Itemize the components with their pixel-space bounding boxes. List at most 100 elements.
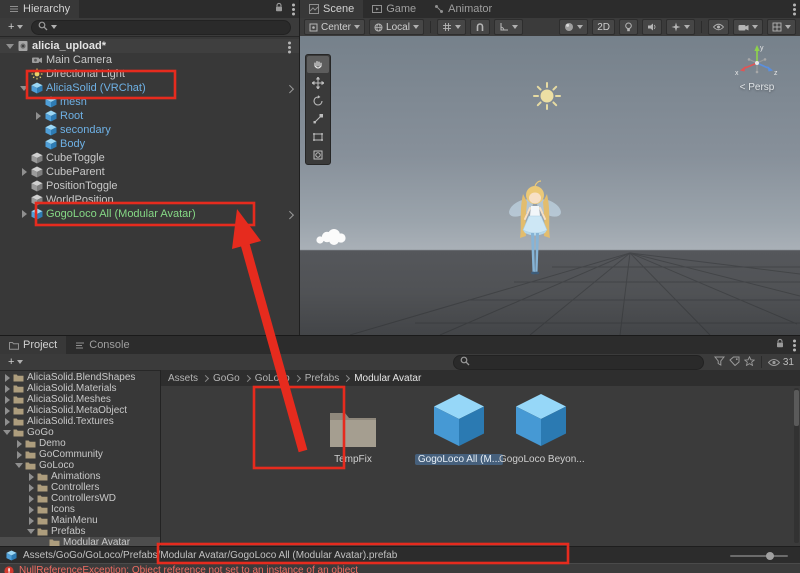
project-tree-item[interactable]: Controllers [0, 482, 160, 493]
panel-menu-icon[interactable] [292, 8, 295, 11]
save-search-star-icon[interactable] [744, 356, 755, 369]
foldout-open-icon[interactable] [3, 427, 12, 438]
cloud[interactable] [316, 229, 345, 245]
hierarchy-search-input[interactable] [60, 22, 284, 33]
hierarchy-search[interactable] [31, 20, 291, 35]
panel-menu-icon[interactable] [793, 8, 796, 11]
foldout-closed-icon[interactable] [27, 493, 36, 504]
scene-viewport[interactable]: y x z < Persp [300, 36, 800, 335]
tab-animator[interactable]: Animator [425, 0, 501, 18]
transform-tool-button[interactable] [307, 146, 329, 163]
open-prefab-chevron[interactable] [285, 210, 293, 218]
foldout-closed-icon[interactable] [18, 165, 30, 179]
lock-icon[interactable] [274, 2, 284, 16]
project-tree-item[interactable]: GoGo [0, 427, 160, 438]
foldout-open-icon[interactable] [4, 39, 16, 53]
breadcrumb-item[interactable]: Assets [168, 373, 198, 384]
slider-knob[interactable] [766, 552, 774, 560]
project-grid-item[interactable]: GogoLoco Beyon... [499, 391, 583, 465]
foldout-closed-icon[interactable] [18, 207, 30, 221]
gizmos-dropdown[interactable] [767, 19, 796, 35]
projection-mode-label[interactable]: < Persp [724, 82, 790, 93]
breadcrumb-item[interactable]: Prefabs [305, 373, 339, 384]
tab-scene[interactable]: Scene [300, 0, 363, 18]
foldout-closed-icon[interactable] [27, 482, 36, 493]
icon-size-slider[interactable] [730, 555, 788, 557]
hidden-objects-count[interactable]: 31 [768, 357, 794, 368]
hierarchy-item[interactable]: Body [0, 137, 299, 151]
foldout-closed-icon[interactable] [3, 416, 12, 427]
scene-menu-icon[interactable] [288, 46, 291, 49]
project-tree-item[interactable]: AliciaSolid.MetaObject [0, 405, 160, 416]
hierarchy-item[interactable]: Root [0, 109, 299, 123]
hierarchy-item[interactable]: CubeParent [0, 165, 299, 179]
snap-magnet-button[interactable] [470, 19, 490, 35]
project-tree-item[interactable]: GoLoco [0, 460, 160, 471]
rect-tool-button[interactable] [307, 128, 329, 145]
scrollbar-thumb[interactable] [794, 390, 799, 426]
foldout-open-icon[interactable] [18, 81, 30, 95]
project-tree-item[interactable]: Prefabs [0, 526, 160, 537]
hierarchy-item[interactable]: WorldPosition [0, 193, 299, 207]
project-grid-item[interactable]: GogoLoco All (M... [417, 391, 501, 465]
project-tree-item[interactable]: ControllersWD [0, 493, 160, 504]
hand-tool-button[interactable] [307, 56, 329, 73]
camera-settings-dropdown[interactable] [733, 19, 763, 35]
shading-mode-dropdown[interactable] [559, 19, 588, 35]
foldout-closed-icon[interactable] [32, 109, 44, 123]
hierarchy-item[interactable]: GogoLoco All (Modular Avatar) [0, 207, 299, 221]
project-search-input[interactable] [473, 357, 697, 368]
scene-visibility-toggle[interactable] [708, 19, 729, 35]
project-tree-item[interactable]: Icons [0, 504, 160, 515]
orientation-gizmo[interactable]: y x z [735, 45, 778, 77]
2d-toggle[interactable]: 2D [592, 19, 615, 35]
breadcrumb-item[interactable]: GoGo [213, 373, 240, 384]
project-tree-item[interactable]: MainMenu [0, 515, 160, 526]
grid-visibility-dropdown[interactable] [437, 19, 466, 35]
hierarchy-item[interactable]: CubeToggle [0, 151, 299, 165]
foldout-closed-icon[interactable] [15, 449, 24, 460]
scale-tool-button[interactable] [307, 110, 329, 127]
breadcrumb-item[interactable]: Modular Avatar [354, 373, 421, 384]
tab-console[interactable]: Console [66, 336, 138, 354]
effects-dropdown[interactable] [666, 19, 695, 35]
project-tree-item[interactable]: AliciaSolid.Materials [0, 383, 160, 394]
project-grid-item[interactable]: TempFix [321, 391, 385, 465]
vertical-scrollbar[interactable] [794, 388, 799, 543]
snap-increment-dropdown[interactable] [494, 19, 523, 35]
project-tree-item[interactable]: GoCommunity [0, 449, 160, 460]
foldout-closed-icon[interactable] [3, 405, 12, 416]
search-by-label-icon[interactable] [729, 356, 740, 369]
hierarchy-item[interactable]: PositionToggle [0, 179, 299, 193]
lock-icon[interactable] [775, 338, 785, 352]
move-tool-button[interactable] [307, 74, 329, 91]
hierarchy-item[interactable]: secondary [0, 123, 299, 137]
foldout-closed-icon[interactable] [15, 438, 24, 449]
hierarchy-item[interactable]: mesh [0, 95, 299, 109]
hierarchy-item[interactable]: AliciaSolid (VRChat) [0, 81, 299, 95]
foldout-closed-icon[interactable] [27, 471, 36, 482]
project-search[interactable] [453, 355, 704, 370]
project-tree-item[interactable]: AliciaSolid.Meshes [0, 394, 160, 405]
foldout-closed-icon[interactable] [3, 394, 12, 405]
hierarchy-item[interactable]: alicia_upload* [0, 39, 299, 53]
console-status-bar[interactable]: NullReferenceException: Object reference… [0, 563, 800, 573]
scene-audio-toggle[interactable] [642, 19, 662, 35]
tool-handle-rotation-dropdown[interactable]: Local [369, 19, 424, 35]
avatar-model[interactable] [506, 181, 564, 274]
hierarchy-item[interactable]: Main Camera [0, 53, 299, 67]
foldout-closed-icon[interactable] [27, 515, 36, 526]
foldout-closed-icon[interactable] [3, 372, 12, 383]
foldout-open-icon[interactable] [15, 460, 24, 471]
tab-hierarchy[interactable]: Hierarchy [0, 0, 79, 18]
foldout-closed-icon[interactable] [3, 383, 12, 394]
breadcrumb-item[interactable]: GoLoco [255, 373, 290, 384]
rotate-tool-button[interactable] [307, 92, 329, 109]
project-tree-item[interactable]: AliciaSolid.BlendShapes [0, 372, 160, 383]
project-tree-item[interactable]: Animations [0, 471, 160, 482]
tool-handle-position-dropdown[interactable]: Center [304, 19, 365, 35]
project-tree-item[interactable]: AliciaSolid.Textures [0, 416, 160, 427]
foldout-open-icon[interactable] [27, 526, 36, 537]
create-object-button[interactable]: + [4, 21, 27, 33]
sun-gizmo[interactable] [534, 83, 560, 109]
